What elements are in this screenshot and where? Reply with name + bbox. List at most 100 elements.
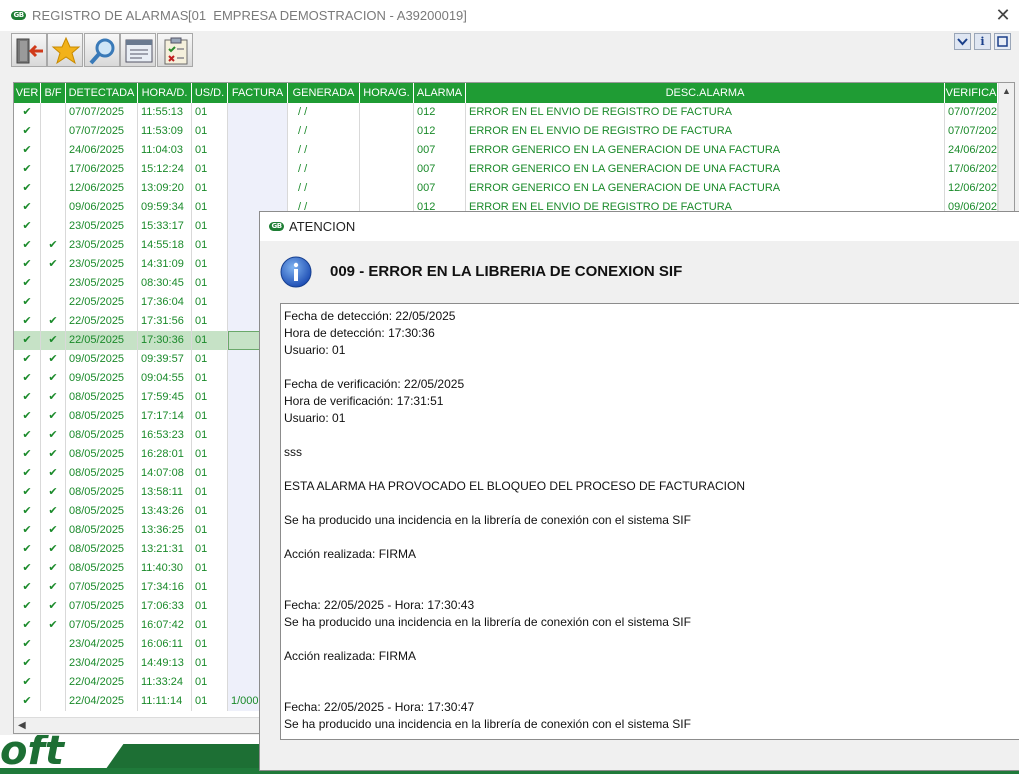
column-header-alarma[interactable]: ALARMA	[414, 83, 466, 103]
favorites-button[interactable]	[47, 33, 83, 67]
cell-detectada: 23/04/2025	[66, 635, 138, 654]
column-header-verifica[interactable]: VERIFICA	[945, 83, 998, 103]
exit-icon	[16, 38, 43, 64]
message-line: Fecha de detección: 22/05/2025	[284, 309, 456, 323]
cell-hora: 09:04:55	[138, 369, 192, 388]
bf-check-icon	[41, 103, 66, 122]
form-button[interactable]	[120, 33, 156, 67]
column-header-hora[interactable]: HORA/D.	[138, 83, 192, 103]
table-row[interactable]: ✔ 24/06/2025 11:04:03 01 / / 007 ERROR GENERIC…	[14, 141, 998, 160]
dropdown-button[interactable]	[954, 33, 971, 50]
cell-detectada: 22/05/2025	[66, 293, 138, 312]
cell-hora: 17:30:36	[138, 331, 192, 350]
message-box[interactable]: Fecha de detección: 22/05/2025 Hora de de…	[280, 303, 1019, 740]
checklist-icon	[164, 37, 188, 65]
cell-detectada: 07/05/2025	[66, 616, 138, 635]
column-header-horag[interactable]: HORA/G.	[360, 83, 414, 103]
column-header-factura[interactable]: FACTURA	[228, 83, 288, 103]
cell-us: 01	[192, 483, 228, 502]
cell-us: 01	[192, 597, 228, 616]
bf-check-icon: ✔	[41, 236, 66, 255]
cell-detectada: 22/05/2025	[66, 331, 138, 350]
table-row[interactable]: ✔ 07/07/2025 11:53:09 01 / / 012 ERROR EN EL E…	[14, 122, 998, 141]
table-row[interactable]: ✔ 07/07/2025 11:55:13 01 / / 012 ERROR EN EL E…	[14, 103, 998, 122]
alarm-heading: 009 - ERROR EN LA LIBRERIA DE CONEXION S…	[330, 263, 683, 280]
cell-hora: 17:06:33	[138, 597, 192, 616]
verified-check-icon: ✔	[14, 198, 41, 217]
cell-hora: 16:07:42	[138, 616, 192, 635]
cell-us: 01	[192, 559, 228, 578]
cell-generada: / /	[288, 160, 360, 179]
verified-check-icon: ✔	[14, 369, 41, 388]
app-logo-icon: GB	[11, 11, 26, 20]
cell-factura	[228, 179, 288, 198]
info-button[interactable]: i	[974, 33, 991, 50]
bf-check-icon: ✔	[41, 445, 66, 464]
cell-detectada: 09/05/2025	[66, 369, 138, 388]
window-button[interactable]	[994, 33, 1011, 50]
bf-check-icon: ✔	[41, 597, 66, 616]
close-button[interactable]: ✕	[993, 5, 1013, 25]
cell-hora: 11:33:24	[138, 673, 192, 692]
cell-us: 01	[192, 122, 228, 141]
cell-detectada: 08/05/2025	[66, 502, 138, 521]
bf-check-icon: ✔	[41, 483, 66, 502]
message-line: sss	[284, 445, 302, 459]
cell-detectada: 08/05/2025	[66, 388, 138, 407]
column-header-detectada[interactable]: DETECTADA	[66, 83, 138, 103]
verified-check-icon: ✔	[14, 692, 41, 711]
column-header-ver[interactable]: VER	[14, 83, 41, 103]
bf-check-icon	[41, 141, 66, 160]
cell-desc: ERROR GENERICO EN LA GENERACION DE UNA F…	[466, 160, 945, 179]
cell-verifica: 07/07/202	[945, 103, 998, 122]
cell-detectada: 22/04/2025	[66, 673, 138, 692]
cell-us: 01	[192, 160, 228, 179]
message-line: Acción realizada: FIRMA	[284, 649, 417, 663]
checklist-button[interactable]	[157, 33, 193, 67]
cell-hora: 14:31:09	[138, 255, 192, 274]
info-circle-icon	[280, 256, 312, 288]
verified-check-icon: ✔	[14, 236, 41, 255]
cell-hora: 11:53:09	[138, 122, 192, 141]
cell-horag	[360, 160, 414, 179]
verified-check-icon: ✔	[14, 426, 41, 445]
column-header-generada[interactable]: GENERADA	[288, 83, 360, 103]
cell-us: 01	[192, 654, 228, 673]
form-icon	[125, 39, 153, 63]
message-line: Usuario: 01	[284, 411, 346, 425]
column-header-bf[interactable]: B/F	[41, 83, 66, 103]
cell-verifica: 12/06/202	[945, 179, 998, 198]
exit-button[interactable]	[11, 33, 47, 67]
cell-desc: ERROR EN EL ENVIO DE REGISTRO DE FACTURA	[466, 122, 945, 141]
bf-check-icon	[41, 654, 66, 673]
table-row[interactable]: ✔ 17/06/2025 15:12:24 01 / / 007 ERROR GENERIC…	[14, 160, 998, 179]
cell-hora: 14:49:13	[138, 654, 192, 673]
bf-check-icon: ✔	[41, 426, 66, 445]
cell-us: 01	[192, 103, 228, 122]
bf-check-icon: ✔	[41, 331, 66, 350]
table-row[interactable]: ✔ 12/06/2025 13:09:20 01 / / 007 ERROR GENERIC…	[14, 179, 998, 198]
message-line: Se ha producido una incidencia en la lib…	[284, 513, 691, 527]
scroll-left-icon[interactable]: ◀	[18, 720, 26, 731]
cell-factura	[228, 160, 288, 179]
bf-check-icon	[41, 293, 66, 312]
cell-us: 01	[192, 578, 228, 597]
bf-check-icon	[41, 198, 66, 217]
search-button[interactable]	[84, 33, 120, 67]
scroll-up-icon[interactable]: ▲	[1002, 86, 1011, 96]
cell-us: 01	[192, 407, 228, 426]
verified-check-icon: ✔	[14, 578, 41, 597]
cell-detectada: 23/05/2025	[66, 236, 138, 255]
verified-check-icon: ✔	[14, 464, 41, 483]
cell-us: 01	[192, 141, 228, 160]
bf-check-icon: ✔	[41, 350, 66, 369]
cell-us: 01	[192, 236, 228, 255]
verified-check-icon: ✔	[14, 350, 41, 369]
cell-detectada: 08/05/2025	[66, 521, 138, 540]
cell-hora: 13:09:20	[138, 179, 192, 198]
column-header-desc[interactable]: DESC.ALARMA	[466, 83, 945, 103]
cell-horag	[360, 103, 414, 122]
column-header-us[interactable]: US/D.	[192, 83, 228, 103]
cell-hora: 11:55:13	[138, 103, 192, 122]
cell-hora: 11:04:03	[138, 141, 192, 160]
